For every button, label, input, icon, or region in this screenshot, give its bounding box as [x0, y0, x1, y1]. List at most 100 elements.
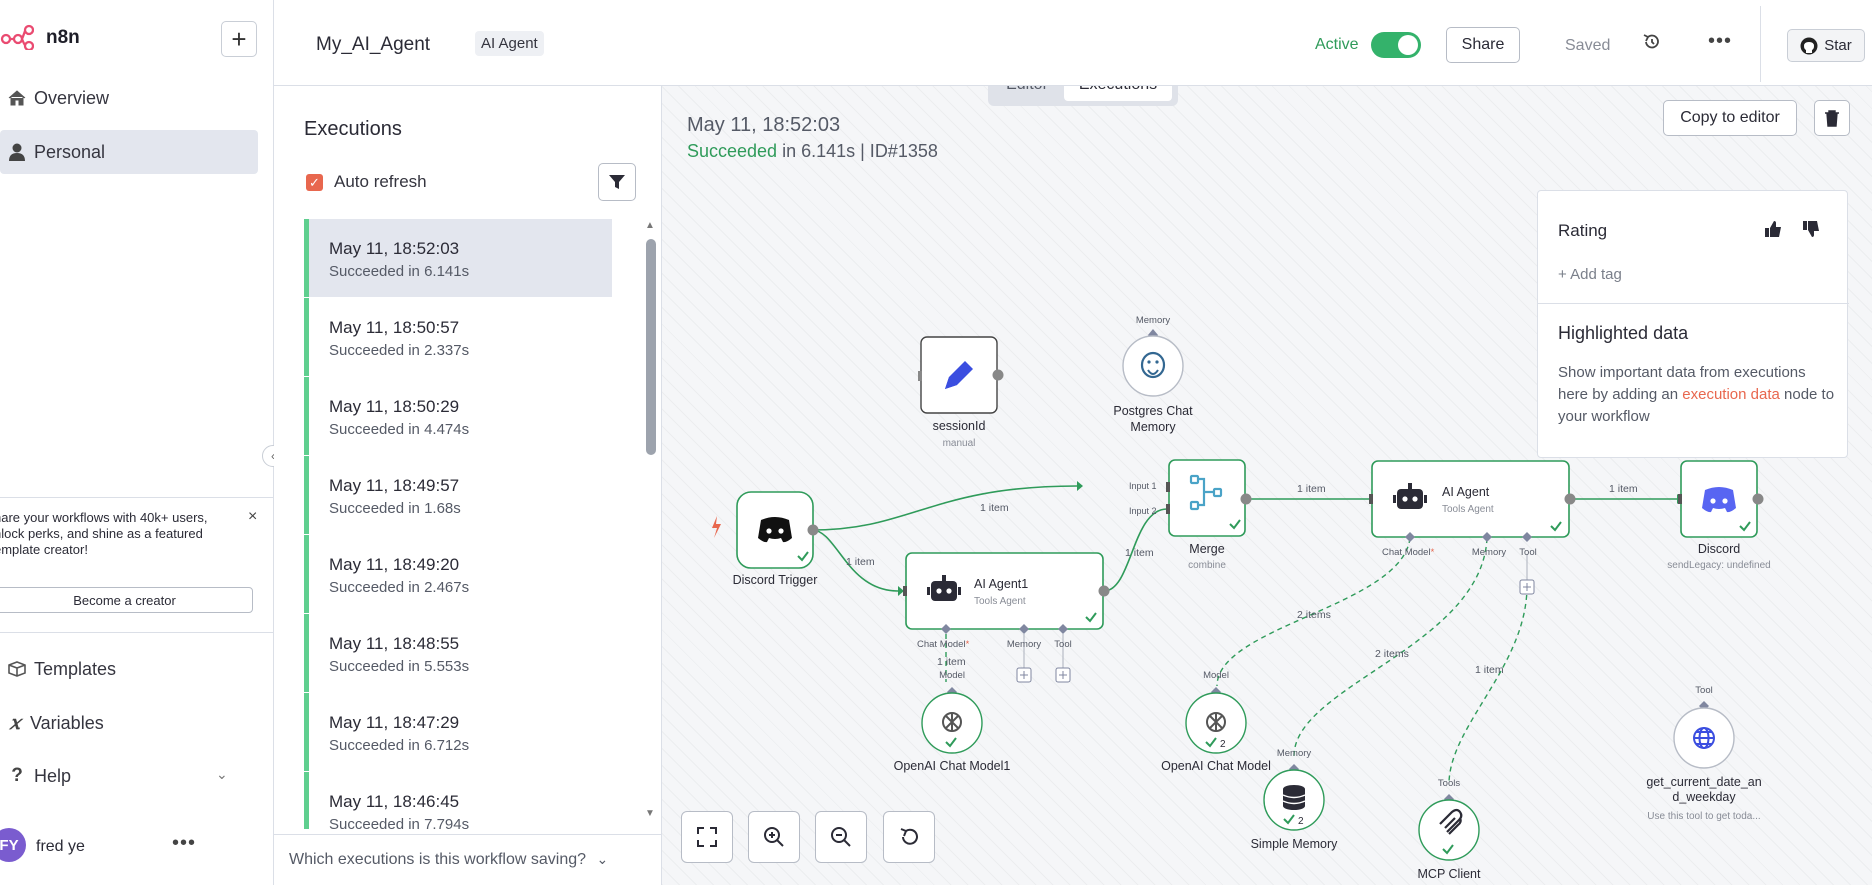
highlighted-data-title: Highlighted data [1558, 323, 1689, 343]
node-subtitle: sendLegacy: undefined [1667, 560, 1770, 571]
execution-date: May 11, 18:52:03 [329, 239, 460, 258]
execution-item[interactable]: May 11, 18:49:20 Succeeded in 2.467s [304, 535, 612, 613]
port-label: Memory [1007, 639, 1042, 650]
sidebar-item-overview[interactable]: Overview [0, 76, 258, 120]
workflow-name[interactable]: My_AI_Agent [316, 34, 430, 56]
port-label: Input 1 [1129, 481, 1157, 491]
thumbs-up-icon[interactable] [1763, 219, 1783, 244]
github-star-button[interactable]: Star [1787, 29, 1865, 62]
node-subtitle: manual [943, 438, 976, 449]
user-menu[interactable]: FY fred ye ••• [0, 826, 274, 870]
node-label: AI Agent1 [974, 577, 1028, 591]
port-label: Tool [1695, 685, 1712, 696]
trigger-bolt-icon [712, 516, 721, 538]
port-label: Memory [1136, 315, 1171, 326]
edge-label: 1 item [937, 656, 966, 668]
node-label: Memory [1130, 420, 1176, 434]
node-label: MCP Client [1418, 867, 1482, 881]
execution-item[interactable]: May 11, 18:48:55 Succeeded in 5.553s [304, 614, 612, 692]
saving-question[interactable]: Which executions is this workflow saving… [274, 834, 662, 884]
node-session-id[interactable]: sessionId manual [918, 336, 1004, 449]
node-ai-agent1[interactable]: AI Agent1 Tools Agent Chat Model* Memory… [903, 552, 1110, 683]
zoom-in-button[interactable] [748, 811, 800, 863]
workflow-tag[interactable]: AI Agent [475, 31, 544, 56]
filter-button[interactable] [598, 163, 636, 201]
node-label: Discord Trigger [733, 573, 818, 587]
port-label: Input 2 [1129, 506, 1157, 516]
auto-refresh-checkbox[interactable]: ✓ [306, 174, 323, 191]
execution-item[interactable]: May 11, 18:49:57 Succeeded in 1.68s [304, 456, 612, 534]
more-options-icon[interactable]: ••• [1708, 30, 1732, 53]
sidebar-item-help[interactable]: ? Help ⌄ [0, 754, 258, 798]
auto-refresh-label[interactable]: Auto refresh [334, 172, 427, 192]
create-new-button[interactable]: + [221, 21, 257, 57]
chevron-down-icon: ⌄ [596, 851, 609, 867]
undo-icon [900, 828, 918, 845]
execution-date: May 11, 18:46:45 [329, 792, 460, 811]
execution-item[interactable]: May 11, 18:50:29 Succeeded in 4.474s [304, 377, 612, 455]
node-label: OpenAI Chat Model [1161, 759, 1271, 773]
executions-panel: Executions ✓ Auto refresh May 11, 18:52:… [274, 86, 662, 885]
add-tag-link[interactable]: + Add tag [1558, 266, 1622, 283]
add-memory-button[interactable] [1016, 667, 1032, 683]
fit-view-button[interactable] [681, 811, 733, 863]
execution-status: Succeeded in 6.712s [329, 737, 470, 754]
node-discord-trigger[interactable]: Discord Trigger [712, 491, 819, 587]
user-name: fred ye [36, 838, 85, 855]
execution-item[interactable]: May 11, 18:47:29 Succeeded in 6.712s [304, 693, 612, 771]
node-discord[interactable]: Discord sendLegacy: undefined [1667, 460, 1771, 571]
execution-date: May 11, 18:49:57 [329, 476, 460, 495]
node-postgres-memory[interactable]: Memory Postgres Chat Memory [1113, 315, 1193, 434]
port-label: Chat Model* [1382, 547, 1435, 558]
node-openai-model1[interactable]: Model OpenAI Chat Model1 [894, 670, 1011, 773]
workflow-header: My_AI_Agent AI Agent Active Share Saved … [274, 0, 1872, 86]
execution-date: May 11, 18:50:57 [329, 318, 460, 337]
execution-date: May 11, 18:50:29 [329, 397, 460, 416]
sidebar: n8n + Overview Personal ‹ hare your work… [0, 0, 284, 885]
tab-executions[interactable]: Executions [1064, 86, 1172, 101]
user-icon [0, 143, 34, 161]
sidebar-item-templates[interactable]: Templates [0, 647, 258, 691]
logo-text: n8n [46, 27, 80, 48]
edge-label: 1 item [1125, 547, 1154, 559]
node-mcp-client[interactable]: Tools MCP Client [1418, 778, 1482, 881]
workflow-canvas[interactable]: May 11, 18:52:03 Succeeded in 6.141s | I… [662, 86, 1872, 885]
execution-item[interactable]: May 11, 18:46:45 Succeeded in 7.794s [304, 772, 612, 829]
executions-title: Executions [304, 118, 402, 140]
edge-label: 2 items [1297, 609, 1331, 621]
more-icon[interactable]: ••• [172, 832, 196, 855]
sidebar-item-variables[interactable]: 𝑥 Variables [0, 701, 258, 745]
node-openai-model[interactable]: Model 2 OpenAI Chat Model [1161, 670, 1271, 773]
execution-status: Succeeded in 5.553s [329, 658, 470, 675]
node-merge[interactable]: Merge combine [1166, 459, 1252, 571]
become-creator-button[interactable]: Become a creator [0, 587, 253, 613]
sidebar-item-personal[interactable]: Personal [0, 130, 258, 174]
promo-text: hare your workflows with 40k+ users, nlo… [0, 510, 208, 557]
edge-label: 1 item [846, 556, 875, 568]
node-get-current-date[interactable]: Tool get_current_date_an d_weekday Use t… [1646, 685, 1761, 822]
sidebar-item-label: Overview [34, 87, 110, 108]
tab-editor[interactable]: Editor [993, 86, 1061, 101]
box-icon [0, 661, 34, 677]
port-label: Memory [1472, 547, 1507, 558]
thumbs-down-icon[interactable] [1801, 219, 1821, 244]
execution-item[interactable]: May 11, 18:52:03 Succeeded in 6.141s [304, 219, 612, 297]
scroll-down-icon[interactable]: ▼ [645, 808, 655, 819]
edge-label: 1 item [1609, 483, 1638, 495]
history-icon[interactable] [1642, 32, 1662, 58]
add-tool-button[interactable] [1055, 667, 1071, 683]
execution-data-link[interactable]: execution data [1682, 386, 1780, 403]
add-tool-button[interactable] [1519, 579, 1535, 595]
node-ai-agent[interactable]: AI Agent Tools Agent Chat Model* Memory … [1369, 460, 1576, 595]
highlighted-data-text: Show important data from executions here… [1558, 362, 1838, 428]
zoom-out-button[interactable] [815, 811, 867, 863]
share-button[interactable]: Share [1446, 27, 1520, 63]
close-icon[interactable]: × [248, 508, 257, 526]
reset-zoom-button[interactable] [883, 811, 935, 863]
scroll-up-icon[interactable]: ▲ [645, 220, 655, 231]
scrollbar[interactable] [646, 239, 656, 455]
active-toggle[interactable] [1371, 32, 1421, 58]
execution-item[interactable]: May 11, 18:50:57 Succeeded in 2.337s [304, 298, 612, 376]
execution-status: Succeeded in 1.68s [329, 500, 461, 517]
fullscreen-icon [697, 827, 717, 847]
